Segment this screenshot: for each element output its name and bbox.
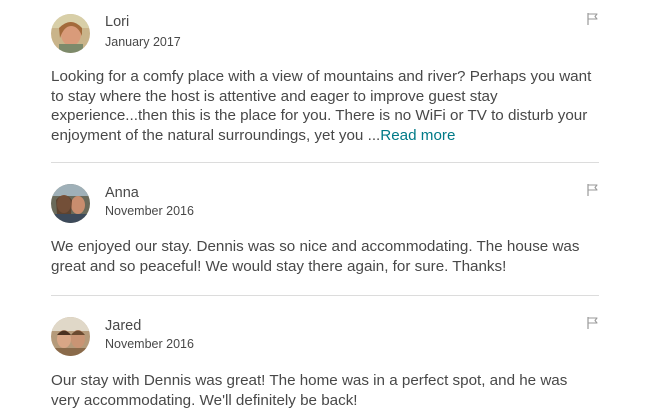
flag-icon[interactable]	[586, 316, 600, 330]
review-item: Anna November 2016 We enjoyed our stay. …	[51, 163, 599, 293]
reviewer-name[interactable]: Jared	[105, 318, 141, 334]
flag-icon[interactable]	[586, 183, 600, 197]
flag-icon[interactable]	[586, 12, 600, 26]
review-date: January 2017	[105, 35, 181, 49]
reviewer-name[interactable]: Lori	[105, 14, 129, 30]
avatar[interactable]	[51, 184, 90, 223]
review-date: November 2016	[105, 204, 194, 218]
review-body: Looking for a comfy place with a view of…	[51, 68, 592, 144]
review-text: Looking for a comfy place with a view of…	[51, 67, 599, 145]
review-date: November 2016	[105, 337, 194, 351]
review-text: Our stay with Dennis was great! The home…	[51, 372, 568, 409]
avatar[interactable]	[51, 14, 90, 53]
review-item: Jared November 2016 Our stay with Dennis…	[51, 296, 599, 420]
read-more-link[interactable]: Read more	[380, 127, 455, 144]
review-item: Lori January 2017 Looking for a comfy pl…	[51, 0, 599, 160]
avatar[interactable]	[51, 317, 90, 356]
review-text: We enjoyed our stay. Dennis was so nice …	[51, 238, 580, 275]
reviewer-name[interactable]: Anna	[105, 185, 139, 201]
